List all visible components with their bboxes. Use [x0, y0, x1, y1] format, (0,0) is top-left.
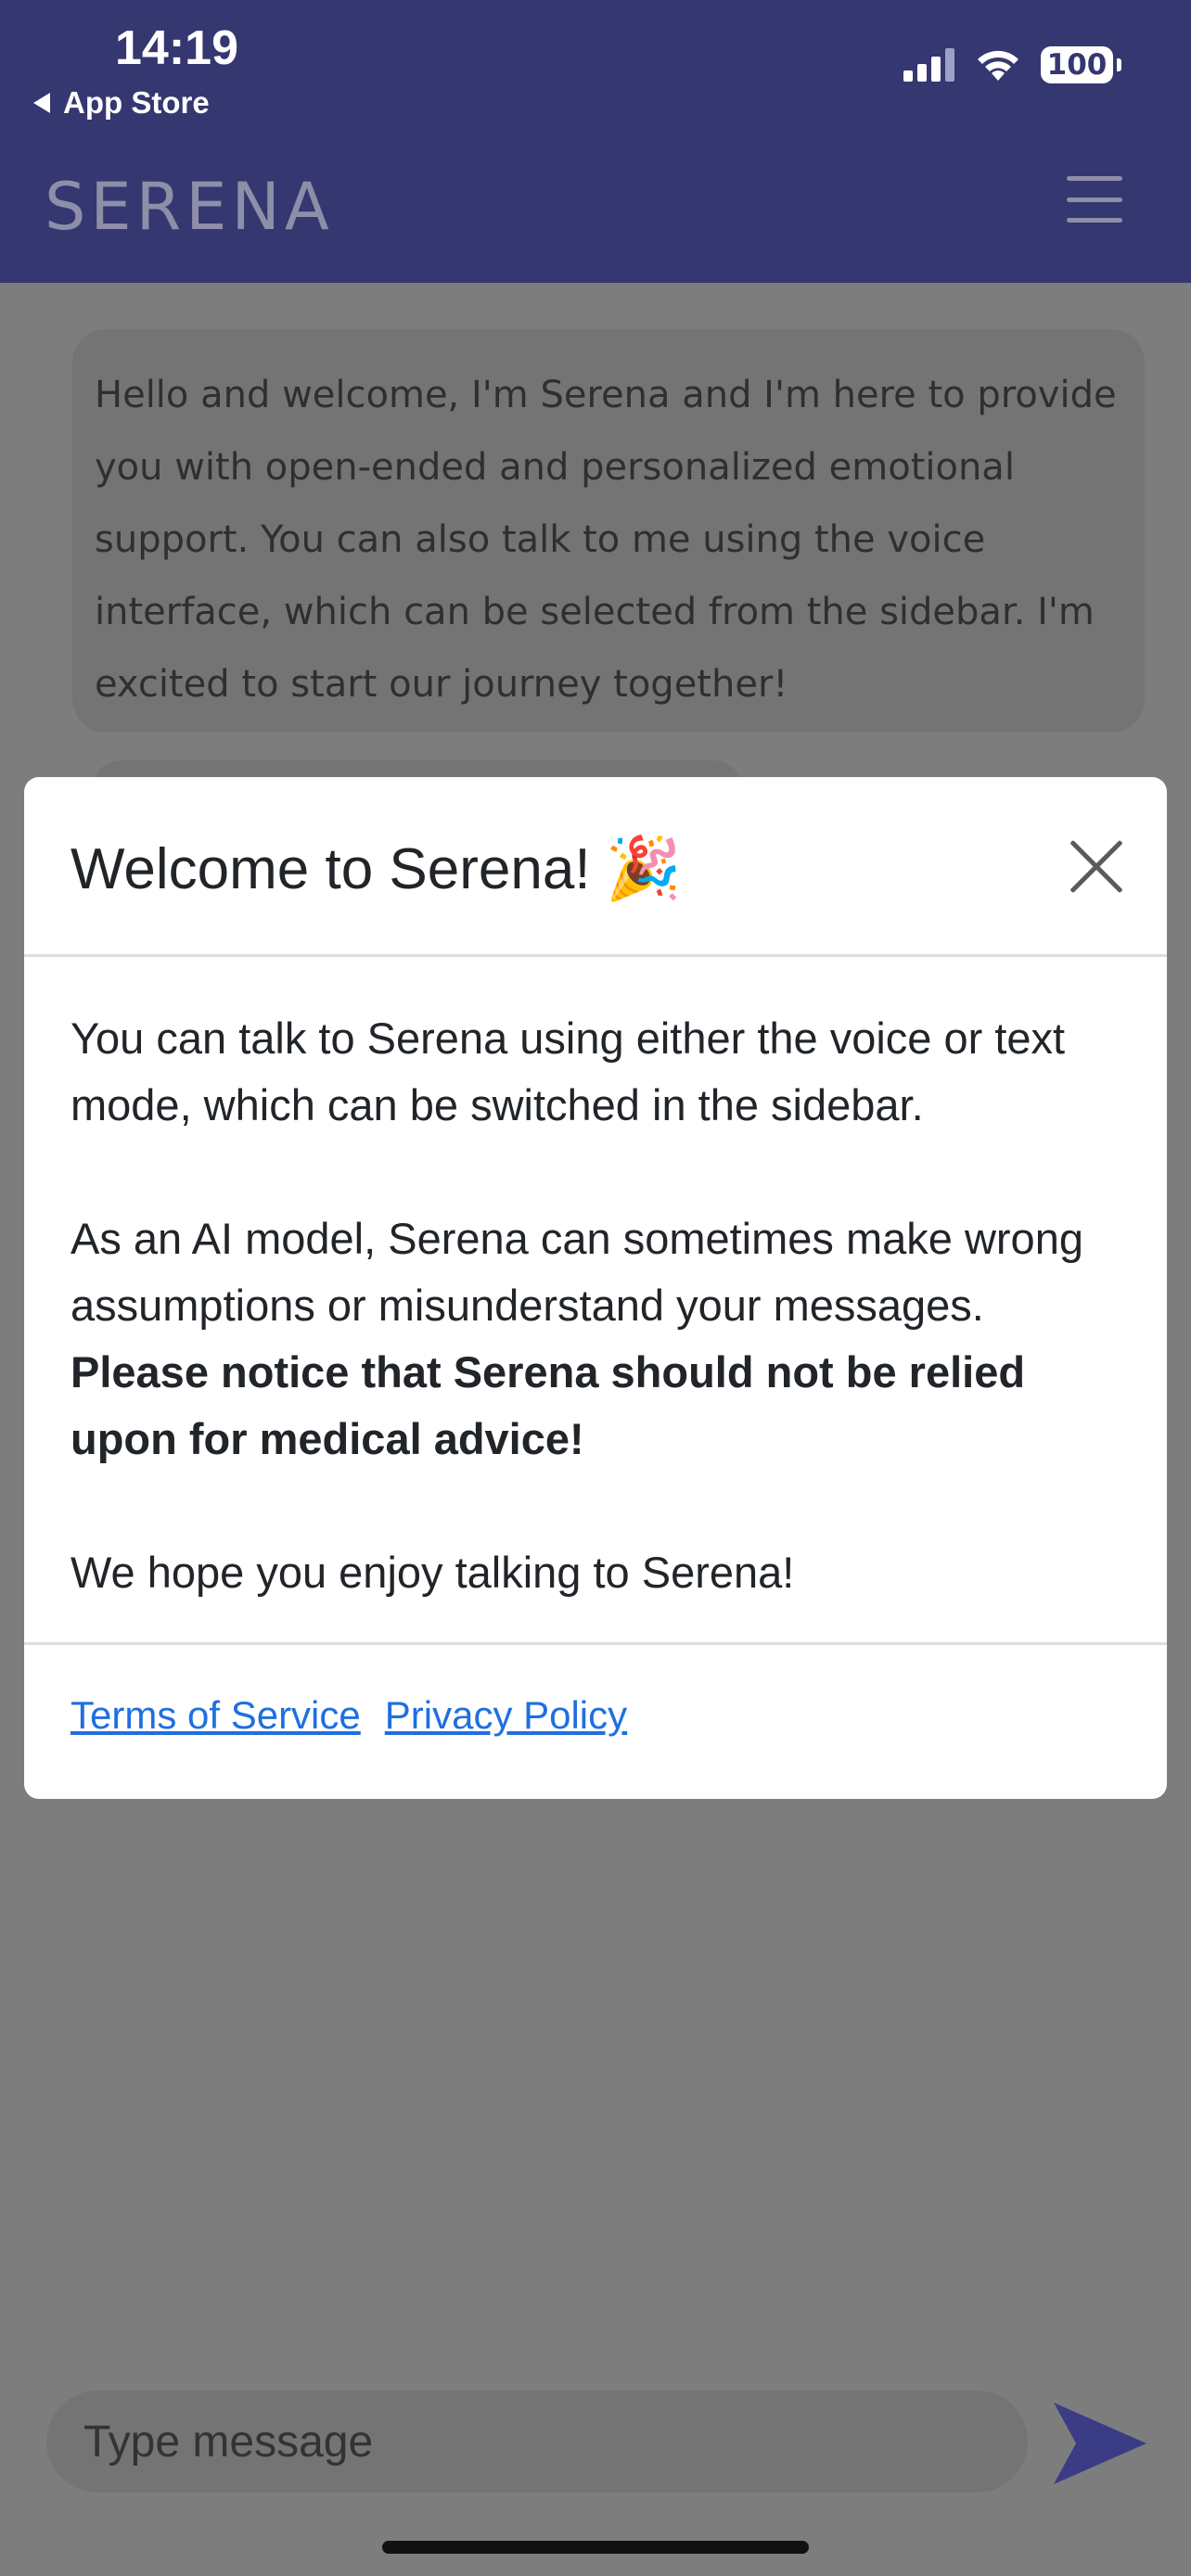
welcome-modal: Welcome to Serena! 🎉 You can talk to Ser… [24, 777, 1167, 1799]
welcome-message-bubble: Hello and welcome, I'm Serena and I'm he… [72, 329, 1145, 733]
modal-paragraph-1: You can talk to Serena using either the … [70, 1014, 1066, 1129]
terms-of-service-link[interactable]: Terms of Service [70, 1693, 361, 1738]
modal-footer: Terms of Service Privacy Policy [24, 1645, 1167, 1786]
modal-paragraph-3: We hope you enjoy talking to Serena! [70, 1548, 795, 1597]
app-header: 14:19 App Store 100 SERENA [0, 0, 1191, 283]
hamburger-menu-icon[interactable] [1067, 176, 1122, 223]
modal-header: Welcome to Serena! 🎉 [24, 777, 1167, 957]
privacy-policy-link[interactable]: Privacy Policy [385, 1693, 627, 1738]
cellular-signal-icon [903, 48, 954, 82]
back-label: App Store [63, 85, 210, 120]
status-icons: 100 [903, 46, 1121, 83]
modal-title-text: Welcome to Serena! [70, 836, 591, 901]
message-composer [46, 2391, 1028, 2493]
battery-icon: 100 [1041, 46, 1121, 83]
modal-paragraph-2: As an AI model, Serena can sometimes mak… [70, 1205, 1121, 1473]
wifi-icon [978, 50, 1018, 81]
medical-warning: Please notice that Serena should not be … [70, 1347, 1026, 1463]
status-time: 14:19 [115, 21, 238, 75]
party-popper-icon: 🎉 [605, 834, 682, 902]
back-to-app-store[interactable]: App Store [33, 85, 210, 121]
modal-title: Welcome to Serena! 🎉 [70, 833, 682, 905]
close-icon[interactable] [1067, 836, 1126, 896]
modal-body: You can talk to Serena using either the … [24, 957, 1167, 1645]
disclaimer-text: As an AI model, Serena can sometimes mak… [70, 1214, 1083, 1330]
brand-logo: SERENA [45, 169, 334, 245]
send-icon[interactable] [1050, 2397, 1150, 2490]
home-indicator [382, 2541, 809, 2554]
message-input[interactable] [83, 2416, 1028, 2468]
back-triangle-icon [33, 93, 50, 113]
